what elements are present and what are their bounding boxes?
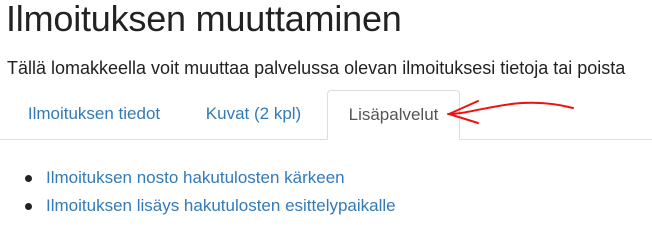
service-link-label[interactable]: Ilmoituksen lisäys hakutulosten esittely… bbox=[46, 196, 396, 215]
red-arrow-icon bbox=[447, 100, 574, 124]
list-bullet bbox=[25, 175, 32, 182]
service-link-esittelypaikka[interactable]: Ilmoituksen lisäys hakutulosten esittely… bbox=[25, 192, 396, 220]
services-list: Ilmoituksen nosto hakutulosten kärkeen I… bbox=[0, 164, 396, 220]
service-link-label[interactable]: Ilmoituksen nosto hakutulosten kärkeen bbox=[46, 168, 345, 187]
list-bullet bbox=[25, 203, 32, 210]
page-lead-text: Tällä lomakkeella voit muuttaa palveluss… bbox=[7, 58, 626, 78]
tab-ilmoituksen-tiedot[interactable]: Ilmoituksen tiedot bbox=[7, 90, 181, 138]
tab-kuvat[interactable]: Kuvat (2 kpl) bbox=[190, 90, 317, 138]
page-title: Ilmoituksen muuttaminen bbox=[6, 0, 402, 39]
service-link-nosto[interactable]: Ilmoituksen nosto hakutulosten kärkeen bbox=[25, 164, 396, 192]
